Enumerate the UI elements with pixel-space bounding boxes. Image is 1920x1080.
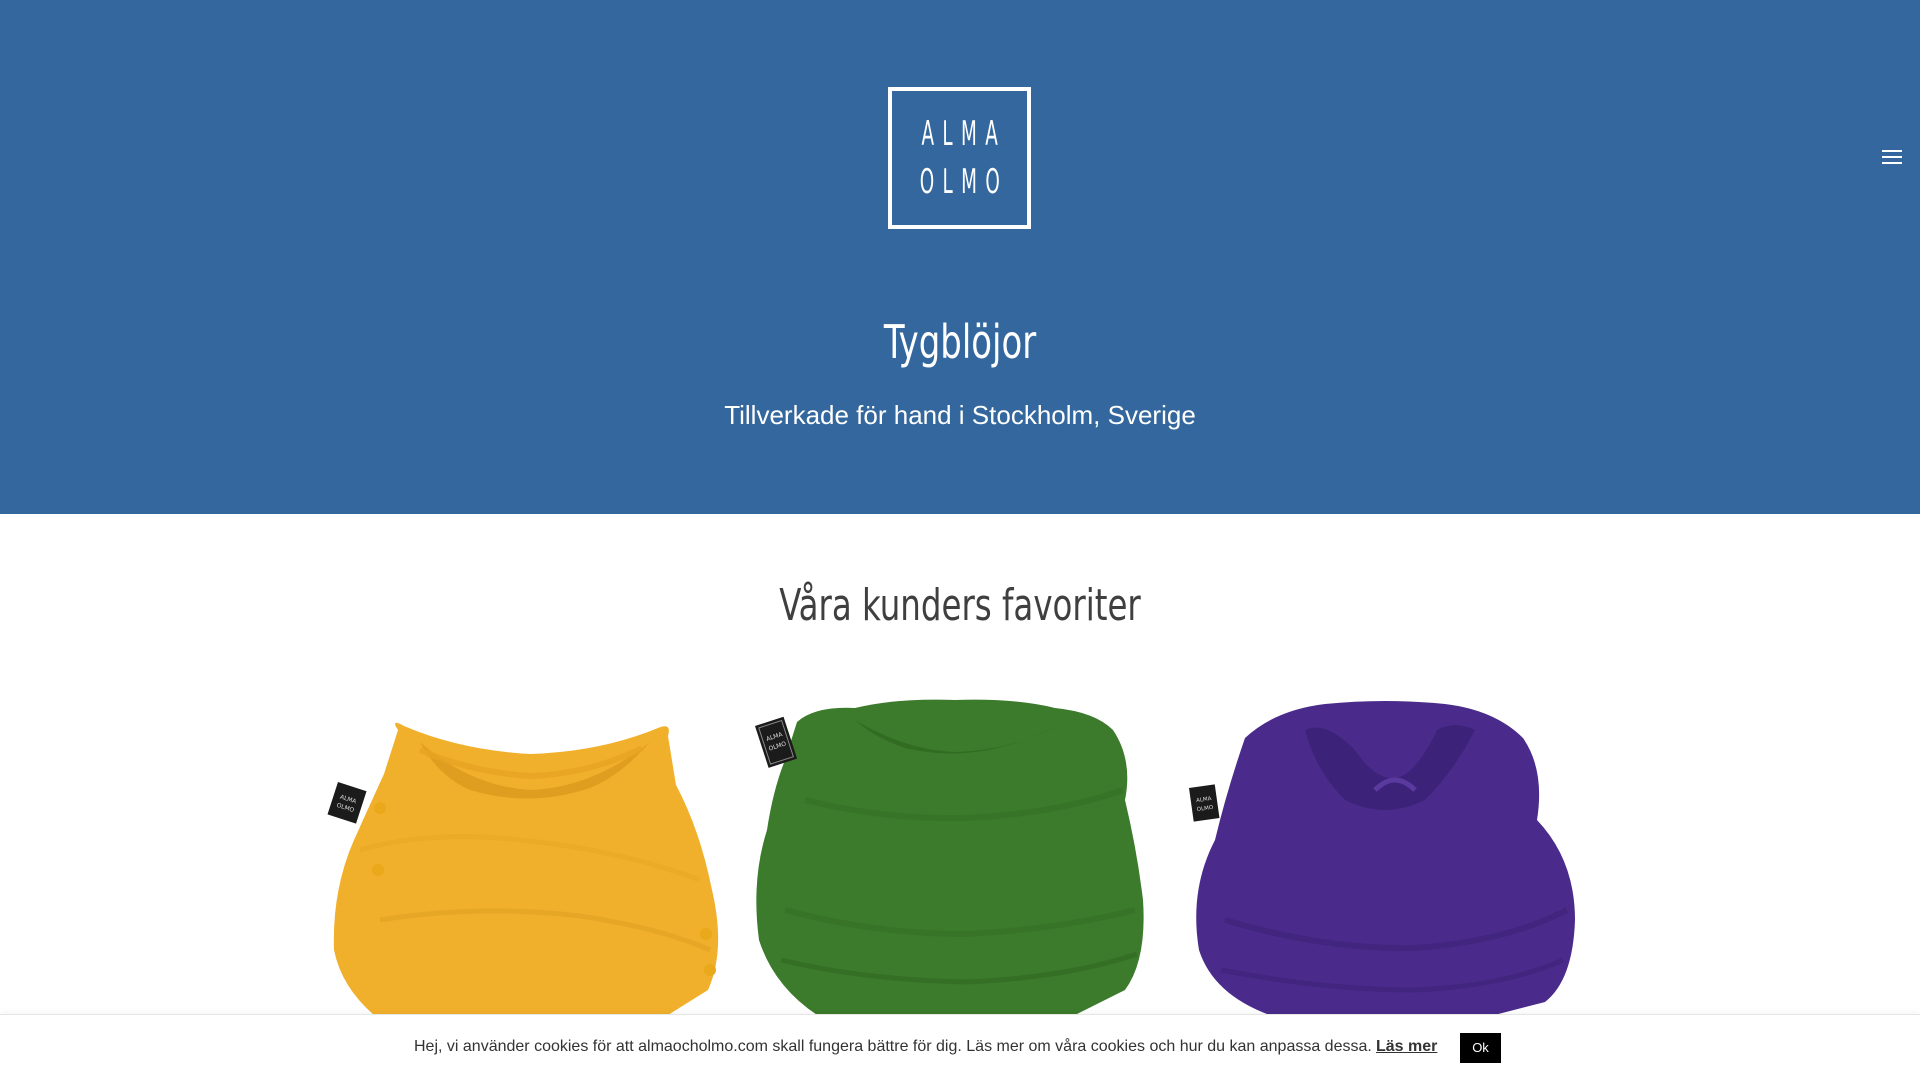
logo-line-1: ALMA	[921, 114, 1007, 154]
cookie-notice-text: Hej, vi använder cookies för att almaoch…	[414, 1038, 1372, 1055]
hero-title: Tygblöjor	[883, 315, 1037, 369]
cookie-consent-bar: Hej, vi använder cookies för att almaoch…	[0, 1014, 1920, 1080]
favorites-title: Våra kunders favoriter	[779, 580, 1141, 631]
product-card-purple[interactable]: ALMA OLMO	[1175, 690, 1595, 1015]
product-image-green: ALMA OLMO	[755, 699, 1144, 1015]
hero-banner: ALMA OLMO Tygblöjor Tillverkade för hand…	[0, 0, 1920, 514]
product-image-purple: ALMA OLMO	[1189, 701, 1575, 1015]
product-image-yellow: ALMA OLMO	[327, 722, 719, 1015]
hamburger-menu-icon[interactable]	[1882, 150, 1902, 166]
site-logo[interactable]: ALMA OLMO	[888, 87, 1031, 229]
cookie-read-more-link[interactable]: Läs mer	[1376, 1037, 1437, 1057]
hamburger-bar	[1882, 162, 1902, 164]
hero-subtitle: Tillverkade för hand i Stockholm, Sverig…	[724, 400, 1196, 430]
product-card-green[interactable]: ALMA OLMO	[745, 690, 1165, 1015]
hamburger-bar	[1882, 156, 1902, 158]
logo-line-2: OLMO	[919, 162, 1008, 202]
cookie-ok-button[interactable]: Ok	[1460, 1033, 1501, 1063]
product-card-yellow[interactable]: ALMA OLMO	[320, 690, 740, 1015]
favorites-product-grid: ALMA OLMO ALMA OLMO ALMA OLMO	[320, 690, 1600, 1015]
hamburger-bar	[1882, 150, 1902, 152]
